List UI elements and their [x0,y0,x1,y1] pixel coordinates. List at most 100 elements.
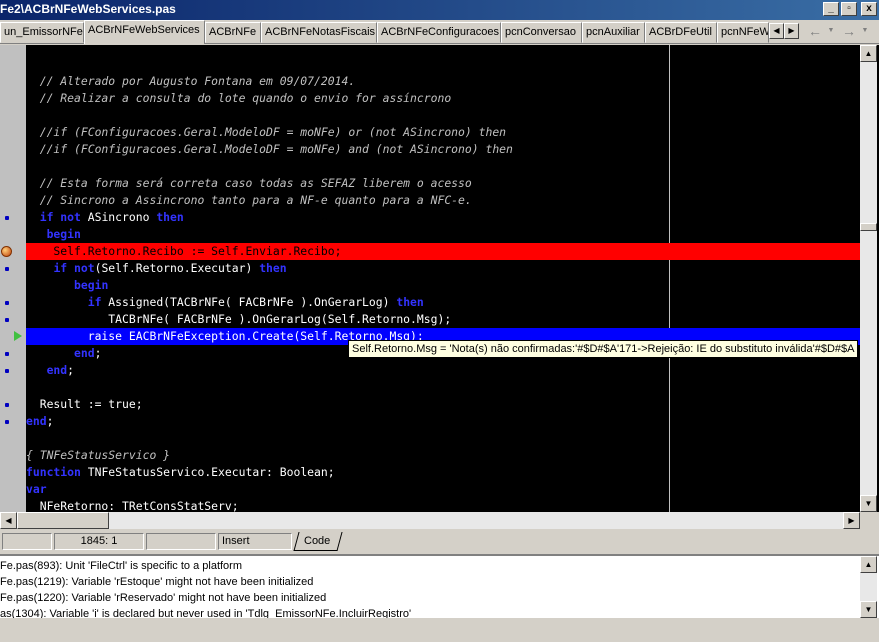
code-line[interactable]: //if (FConfiguracoes.Geral.ModeloDF = mo… [26,141,860,158]
tab-pcnauxiliar[interactable]: pcnAuxiliar [582,22,645,43]
message-line[interactable]: Fe.pas(1219): Variable 'rEstoque' might … [0,574,313,590]
code-area[interactable]: // Alterado por Augusto Fontana em 09/07… [26,45,860,512]
code-token: end [26,414,47,428]
code-editor[interactable]: // Alterado por Augusto Fontana em 09/07… [0,45,879,512]
horizontal-scroll-thumb[interactable] [17,512,109,529]
scroll-up-button[interactable]: ▲ [860,45,877,62]
tab-acbrnfewebservices[interactable]: ACBrNFeWebServices [84,20,205,44]
executable-line-dot-icon[interactable] [5,301,9,305]
scroll-left-button[interactable]: ◀ [0,512,17,529]
tab-scroll-right-button[interactable]: ▶ [784,23,799,39]
vertical-scrollbar[interactable]: ▲ ▼ [860,45,877,512]
code-token: ; [67,363,75,377]
code-token: Self.Retorno.Recibo := Self.Enviar.Recib… [26,244,342,258]
code-line[interactable]: // Realizar a consulta do lote quando o … [26,90,860,107]
code-line[interactable]: if not ASincrono then [26,209,860,226]
code-token: end [74,346,95,360]
tab-acbrnfe[interactable]: ACBrNFe [205,22,261,43]
scroll-down-button[interactable]: ▼ [860,495,877,512]
code-line[interactable]: // Sincrono a Assincrono tanto para a NF… [26,192,860,209]
code-line[interactable]: end; [26,413,860,430]
code-line[interactable]: if Assigned(TACBrNFe( FACBrNFe ).OnGerar… [26,294,860,311]
executable-line-dot-icon[interactable] [5,267,9,271]
executable-line-dot-icon[interactable] [5,403,9,407]
messages-footer [0,618,879,642]
code-line[interactable]: begin [26,277,860,294]
tab-acbrnfeconfiguracoes[interactable]: ACBrNFeConfiguracoes [377,22,501,43]
status-modified-panel [2,533,52,550]
forward-arrow-icon[interactable]: → [838,22,860,40]
tab-pcnconversao[interactable]: pcnConversao [501,22,582,43]
cursor-position: 1845: 1 [54,533,144,550]
title-bar: Fe2\ACBrNFeWebServices.pas _ ▫ x [0,0,879,20]
message-line[interactable]: Fe.pas(1220): Variable 'rReservado' migh… [0,590,326,606]
code-view-tab[interactable]: Code [296,532,338,550]
code-token: //if (FConfiguracoes.Geral.ModeloDF = mo… [26,125,507,139]
window-title: Fe2\ACBrNFeWebServices.pas [0,2,176,16]
back-dropdown-icon[interactable]: ▼ [826,22,836,40]
code-line[interactable]: TACBrNFe( FACBrNFe ).OnGerarLog(Self.Ret… [26,311,860,328]
close-button[interactable]: x [861,2,877,16]
messages-scrollbar[interactable]: ▲ ▼ [860,556,877,618]
code-line[interactable] [26,430,860,447]
code-line[interactable]: //if (FConfiguracoes.Geral.ModeloDF = mo… [26,124,860,141]
horizontal-scrollbar[interactable]: ◀ ▶ [0,512,860,529]
tab-scroll-left-button[interactable]: ◀ [769,23,784,39]
code-token: TACBrNFe( FACBrNFe ).OnGerarLog(Self.Ret… [26,312,452,326]
execution-point-arrow-icon[interactable] [14,331,22,341]
messages-scroll-down-button[interactable]: ▼ [860,601,877,618]
forward-dropdown-icon[interactable]: ▼ [860,22,870,40]
executable-line-dot-icon[interactable] [5,352,9,356]
code-token: (Self.Retorno.Executar) [94,261,260,275]
back-arrow-icon[interactable]: ← [804,22,826,40]
executable-line-dot-icon[interactable] [5,216,9,220]
executable-line-dot-icon[interactable] [5,318,9,322]
code-line[interactable]: begin [26,226,860,243]
window-controls: _ ▫ x [823,2,877,16]
code-line[interactable]: NFeRetorno: TRetConsStatServ; [26,498,860,512]
code-line[interactable]: // Esta forma será correta caso todas as… [26,175,860,192]
code-line[interactable]: if not(Self.Retorno.Executar) then [26,260,860,277]
executable-line-dot-icon[interactable] [5,420,9,424]
code-token: if [87,295,102,309]
code-token: Assigned(TACBrNFe( FACBrNFe ).OnGerarLog… [101,295,397,309]
code-token: then [396,295,424,309]
code-line[interactable]: function TNFeStatusServico.Executar: Boo… [26,464,860,481]
code-line[interactable]: var [26,481,860,498]
breakpoint-icon[interactable] [1,246,12,257]
code-token: NFeRetorno: TRetConsStatServ; [26,499,239,512]
tab-acbrdfeutil[interactable]: ACBrDFeUtil [645,22,717,43]
code-line[interactable] [26,158,860,175]
vertical-scroll-thumb[interactable] [860,223,877,231]
code-token: begin [74,278,109,292]
message-line[interactable]: Fe.pas(893): Unit 'FileCtrl' is specific… [0,558,242,574]
code-line[interactable]: end; [26,362,860,379]
tab-un-emissornfe[interactable]: un_EmissorNFe [0,22,84,43]
breakpoint-line[interactable]: Self.Retorno.Recibo := Self.Enviar.Recib… [26,243,860,260]
code-token: begin [46,227,81,241]
code-line[interactable]: Result := true; [26,396,860,413]
messages-scroll-up-button[interactable]: ▲ [860,556,877,573]
code-token: if not [53,261,95,275]
code-line[interactable]: { TNFeStatusServico } [26,447,860,464]
code-line[interactable] [26,379,860,396]
scroll-right-button[interactable]: ▶ [843,512,860,529]
code-line[interactable] [26,56,860,73]
code-token: end [46,363,68,377]
code-token: TNFeStatusServico.Executar: Boolean; [80,465,335,479]
code-line[interactable] [26,107,860,124]
editor-gutter[interactable] [0,45,26,512]
code-line[interactable]: // Alterado por Augusto Fontana em 09/07… [26,73,860,90]
minimize-button[interactable]: _ [823,2,839,16]
executable-line-dot-icon[interactable] [5,369,9,373]
tab-pcnnfew[interactable]: pcnNFeW [717,22,769,43]
code-token: then [156,210,184,224]
tab-acbrnfenotasfiscais[interactable]: ACBrNFeNotasFiscais [261,22,377,43]
restore-button[interactable]: ▫ [841,2,857,16]
status-bar: 1845: 1 Insert Code [0,530,879,553]
insert-mode: Insert [218,533,292,550]
